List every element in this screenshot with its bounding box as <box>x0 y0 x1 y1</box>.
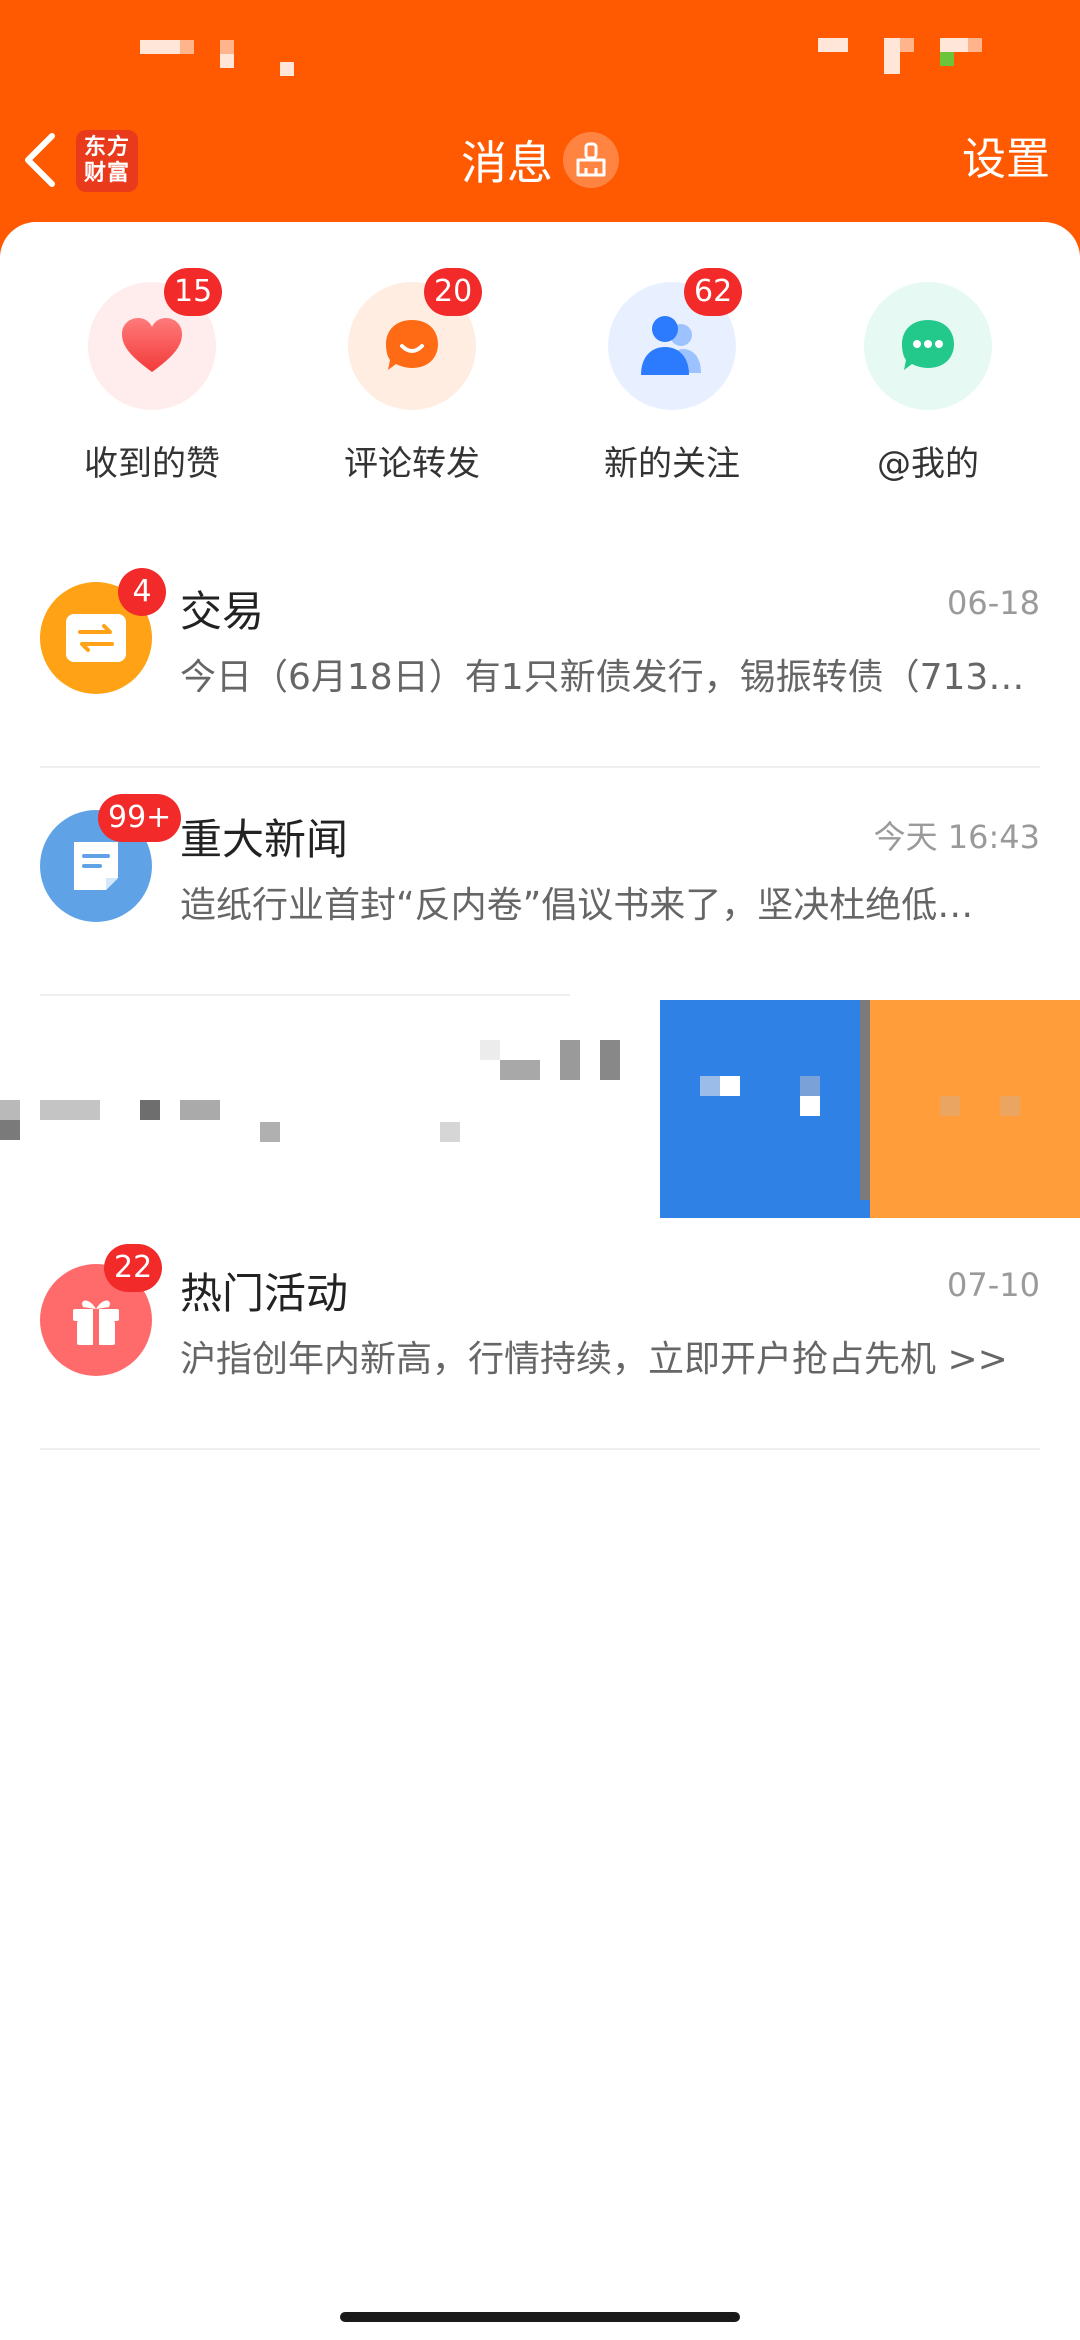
message-title: 重大新闻 <box>180 815 349 864</box>
divider <box>40 994 570 996</box>
brand-logo[interactable]: 东方 财富 <box>76 130 138 192</box>
top-bar: 东方 财富 消息 设置 <box>0 0 1080 260</box>
chat-dots-icon <box>902 320 954 370</box>
broom-icon <box>576 142 606 177</box>
status-bar-right-redacted <box>818 38 1008 82</box>
likes-badge: 15 <box>164 268 223 316</box>
divider <box>40 1448 1040 1450</box>
message-sheet: 15 收到的赞 20 评论转发 62 新的关注 @我的 4 交易 06-18 今… <box>0 222 1080 2340</box>
home-indicator[interactable] <box>340 2312 740 2322</box>
back-button[interactable] <box>18 128 62 192</box>
message-preview: 今日（6月18日）有1只新债发行，锡振转债（713… <box>180 657 1025 698</box>
heart-icon <box>122 318 182 372</box>
quick-action-mentions[interactable]: @我的 <box>818 282 1038 485</box>
message-preview: 造纸行业首封“反内卷”倡议书来了，坚决杜绝低… <box>180 885 974 926</box>
logo-text-line1: 东方 <box>83 135 130 160</box>
events-badge: 22 <box>104 1244 163 1292</box>
followers-badge: 62 <box>684 268 743 316</box>
message-row-trade[interactable]: 4 交易 06-18 今日（6月18日）有1只新债发行，锡振转债（713… <box>40 540 1040 768</box>
logo-text-line2: 财富 <box>83 161 130 186</box>
chevron-left-icon <box>25 133 55 187</box>
message-time: 06-18 <box>947 584 1040 622</box>
quick-action-followers[interactable]: 62 新的关注 <box>562 268 782 485</box>
message-title: 热门活动 <box>180 1269 349 1318</box>
comment-bubble-icon <box>386 320 438 370</box>
message-row-hot-events[interactable]: 22 热门活动 07-10 沪指创年内新高，行情持续，立即开户抢占先机 >> <box>40 1222 1040 1450</box>
quick-action-label: 收到的赞 <box>84 444 220 484</box>
redacted-message-row[interactable] <box>0 1000 1080 1218</box>
comments-badge: 20 <box>424 268 483 316</box>
exchange-icon <box>66 614 126 662</box>
swipe-action-blue-button[interactable] <box>660 1000 870 1218</box>
message-title: 交易 <box>180 587 265 636</box>
quick-action-label: 评论转发 <box>344 444 480 484</box>
quick-action-label: @我的 <box>877 444 979 484</box>
trade-badge: 4 <box>118 568 166 616</box>
page-title: 消息 <box>461 136 553 190</box>
message-time: 今天 16:43 <box>873 818 1040 856</box>
document-icon <box>74 842 118 890</box>
quick-action-label: 新的关注 <box>604 444 740 484</box>
gift-icon <box>73 1300 119 1345</box>
settings-button[interactable]: 设置 <box>962 130 1050 190</box>
status-bar-left-redacted <box>140 40 310 80</box>
message-time: 07-10 <box>947 1266 1040 1304</box>
people-icon <box>641 316 701 375</box>
swipe-action-orange-button[interactable] <box>870 1000 1080 1218</box>
news-badge: 99+ <box>98 794 182 842</box>
quick-action-comments[interactable]: 20 评论转发 <box>302 268 522 485</box>
message-row-major-news[interactable]: 99+ 重大新闻 今天 16:43 造纸行业首封“反内卷”倡议书来了，坚决杜绝低… <box>40 768 1040 996</box>
quick-action-likes[interactable]: 15 收到的赞 <box>42 268 262 485</box>
message-preview: 沪指创年内新高，行情持续，立即开户抢占先机 >> <box>180 1339 1008 1380</box>
clear-unread-button[interactable] <box>563 132 619 188</box>
